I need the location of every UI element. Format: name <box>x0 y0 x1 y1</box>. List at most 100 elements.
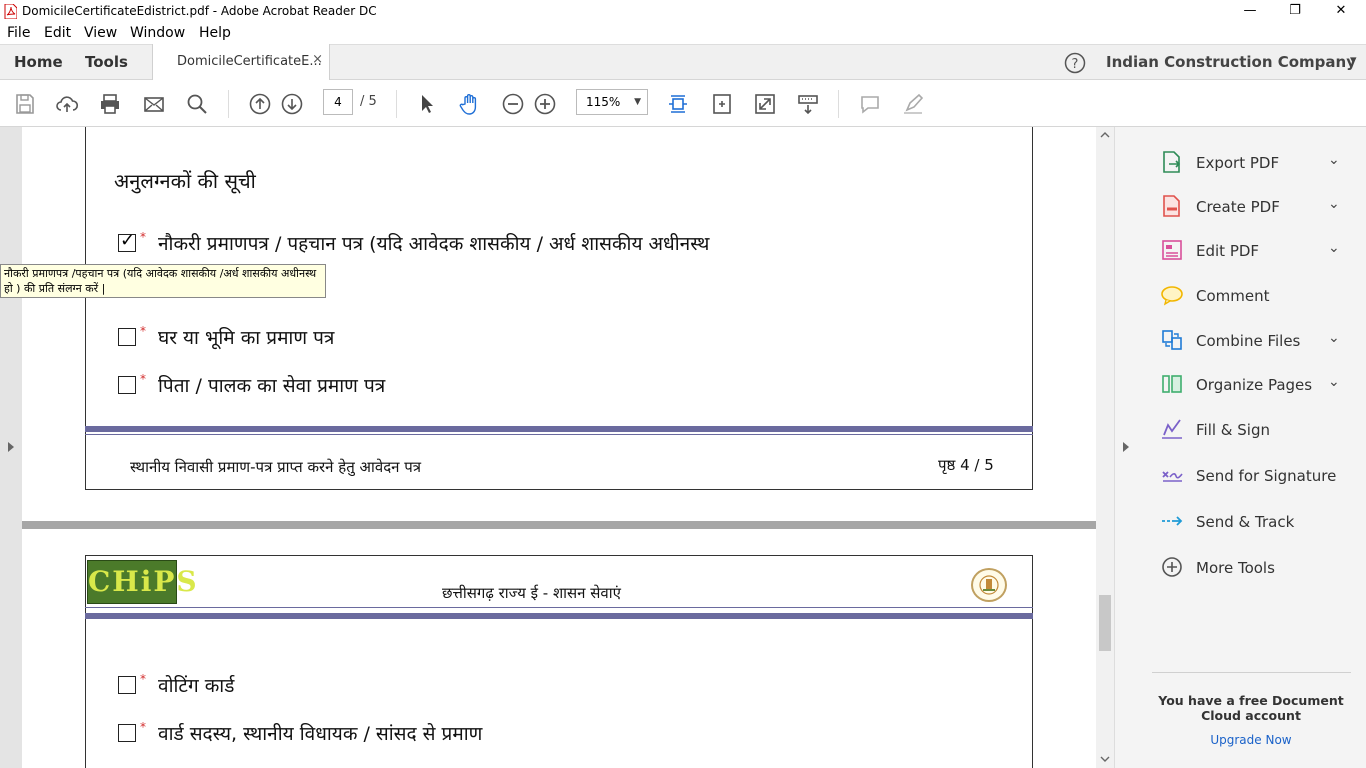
document-tab-label: DomicileCertificateE... <box>177 54 322 69</box>
minimize-button[interactable]: — <box>1227 0 1273 24</box>
account-name[interactable]: Indian Construction Company <box>1106 53 1356 71</box>
scroll-up-icon[interactable] <box>1100 131 1110 139</box>
toolbar-separator <box>228 90 229 118</box>
tab-tools[interactable]: Tools <box>85 53 128 71</box>
checkbox-ward-member-proof[interactable] <box>118 723 136 742</box>
pdf-file-icon <box>4 4 17 19</box>
attachment-item-ward-member-proof: * वार्ड सदस्य, स्थानीय विधायक / सांसद से … <box>118 720 482 746</box>
next-page-icon[interactable] <box>280 92 304 116</box>
menu-bar: File Edit View Window Help <box>0 24 1366 44</box>
previous-page-icon[interactable] <box>248 92 272 116</box>
send-track-icon <box>1162 516 1183 526</box>
attachment-label: वार्ड सदस्य, स्थानीय विधायक / सांसद से प… <box>158 723 483 745</box>
scroll-down-icon[interactable] <box>1100 755 1110 763</box>
hand-tool-icon[interactable] <box>458 92 482 116</box>
checkbox-voter-card[interactable] <box>118 675 136 694</box>
close-tab-icon[interactable]: × <box>312 52 323 67</box>
select-cursor-icon[interactable] <box>415 92 439 116</box>
menu-view[interactable]: View <box>84 25 117 41</box>
toolbar-separator <box>838 90 839 118</box>
account-caret-icon[interactable]: ▾ <box>1350 53 1357 68</box>
chevron-down-icon[interactable]: ⌄ <box>1328 330 1340 346</box>
attachment-label: नौकरी प्रमाणपत्र / पहचान पत्र (यदि आवेदक… <box>158 233 710 255</box>
tool-send-for-signature[interactable]: Send for Signature <box>1160 461 1360 491</box>
tool-comment[interactable]: Comment <box>1160 281 1360 311</box>
header-rule <box>85 613 1033 619</box>
menu-help[interactable]: Help <box>199 25 231 41</box>
left-panel-strip <box>0 127 22 768</box>
email-icon[interactable] <box>142 92 166 116</box>
comment-icon <box>1161 286 1183 306</box>
tool-combine-files[interactable]: Combine Files ⌄ <box>1160 326 1360 356</box>
menu-window[interactable]: Window <box>130 25 185 41</box>
required-marker: * <box>140 230 146 244</box>
chevron-down-icon[interactable]: ⌄ <box>1328 374 1340 390</box>
comment-bubble-icon[interactable] <box>858 92 882 116</box>
chevron-down-icon[interactable]: ⌄ <box>1328 240 1340 256</box>
highlight-pen-icon[interactable] <box>901 92 925 116</box>
checkbox-parent-service-proof[interactable] <box>118 375 136 394</box>
cloud-upload-icon[interactable] <box>55 92 79 116</box>
chevron-down-icon[interactable]: ⌄ <box>1328 196 1340 212</box>
fit-page-icon[interactable] <box>666 92 690 116</box>
document-viewer[interactable]: अनुलग्नकों की सूची * नौकरी प्रमाणपत्र / प… <box>0 127 1136 768</box>
save-icon[interactable] <box>13 92 37 116</box>
attachment-item-property-proof: * घर या भूमि का प्रमाण पत्र <box>118 324 334 350</box>
scroll-mode-icon[interactable] <box>796 92 820 116</box>
help-icon[interactable]: ? <box>1064 52 1086 74</box>
rotate-view-icon[interactable] <box>710 92 734 116</box>
fill-sign-icon <box>1162 419 1182 439</box>
page-number-input[interactable]: 4 <box>323 89 353 115</box>
create-pdf-icon <box>1163 195 1180 217</box>
zoom-value: 115% <box>586 95 621 109</box>
main-toolbar: 4 / 5 115% ▼ <box>0 80 1366 127</box>
restore-button[interactable]: ❐ <box>1272 0 1318 24</box>
menu-edit[interactable]: Edit <box>44 25 71 41</box>
footer-rule-thin <box>85 434 1033 435</box>
print-icon[interactable] <box>98 92 122 116</box>
panel-divider <box>1152 672 1351 673</box>
tools-pane: Export PDF ⌄ Create PDF ⌄ Edit PDF ⌄ Com… <box>1136 127 1366 768</box>
tool-edit-pdf[interactable]: Edit PDF ⌄ <box>1160 236 1360 266</box>
required-marker: * <box>140 324 146 338</box>
attachment-label: घर या भूमि का प्रमाण पत्र <box>158 327 335 349</box>
tool-send-track[interactable]: Send & Track <box>1160 507 1360 537</box>
zoom-select[interactable]: 115% ▼ <box>576 89 648 115</box>
upgrade-now-link[interactable]: Upgrade Now <box>1156 733 1346 747</box>
header-rule-thin <box>85 607 1033 608</box>
scrollbar-thumb[interactable] <box>1099 595 1111 651</box>
tool-more-tools[interactable]: More Tools <box>1160 553 1360 583</box>
zoom-out-icon[interactable] <box>501 92 525 116</box>
menu-file[interactable]: File <box>7 25 30 41</box>
checkbox-job-certificate[interactable] <box>118 230 136 252</box>
send-signature-icon <box>1162 471 1183 482</box>
emblem-icon <box>979 575 999 595</box>
attachment-item-voter-card: * वोटिंग कार्ड <box>118 672 234 698</box>
search-icon[interactable] <box>185 92 209 116</box>
tab-home[interactable]: Home <box>14 53 63 71</box>
expand-left-panel-icon[interactable] <box>6 440 16 454</box>
window-title: DomicileCertificateEdistrict.pdf - Adobe… <box>22 4 377 18</box>
tab-bar: Home Tools DomicileCertificateE... × ? I… <box>0 44 1366 81</box>
chevron-down-icon[interactable]: ⌄ <box>1328 152 1340 168</box>
tool-create-pdf[interactable]: Create PDF ⌄ <box>1160 192 1360 222</box>
tab-document[interactable]: DomicileCertificateE... × <box>152 44 330 81</box>
chips-logo: CHiPS <box>87 560 197 604</box>
collapse-right-panel-icon[interactable] <box>1121 440 1131 454</box>
tool-organize-pages[interactable]: Organize Pages ⌄ <box>1160 370 1360 400</box>
tool-fill-sign[interactable]: Fill & Sign <box>1160 415 1360 445</box>
state-emblem <box>971 568 1007 602</box>
tool-label: Combine Files <box>1196 332 1301 350</box>
tool-export-pdf[interactable]: Export PDF ⌄ <box>1160 148 1360 178</box>
checkbox-property-proof[interactable] <box>118 327 136 346</box>
help-glyph: ? <box>1072 57 1079 72</box>
required-marker: * <box>140 372 146 386</box>
attachment-item-parent-service-proof: * पिता / पालक का सेवा प्रमाण पत्र <box>118 372 385 398</box>
vertical-scrollbar[interactable] <box>1096 127 1114 768</box>
full-screen-icon[interactable] <box>753 92 777 116</box>
page-header-title: छत्तीसगढ़ राज्य ई - शासन सेवाएं <box>442 584 621 602</box>
chevron-down-icon: ▼ <box>634 97 641 107</box>
close-window-button[interactable]: ✕ <box>1318 0 1364 24</box>
required-marker: * <box>140 672 146 686</box>
zoom-in-icon[interactable] <box>533 92 557 116</box>
